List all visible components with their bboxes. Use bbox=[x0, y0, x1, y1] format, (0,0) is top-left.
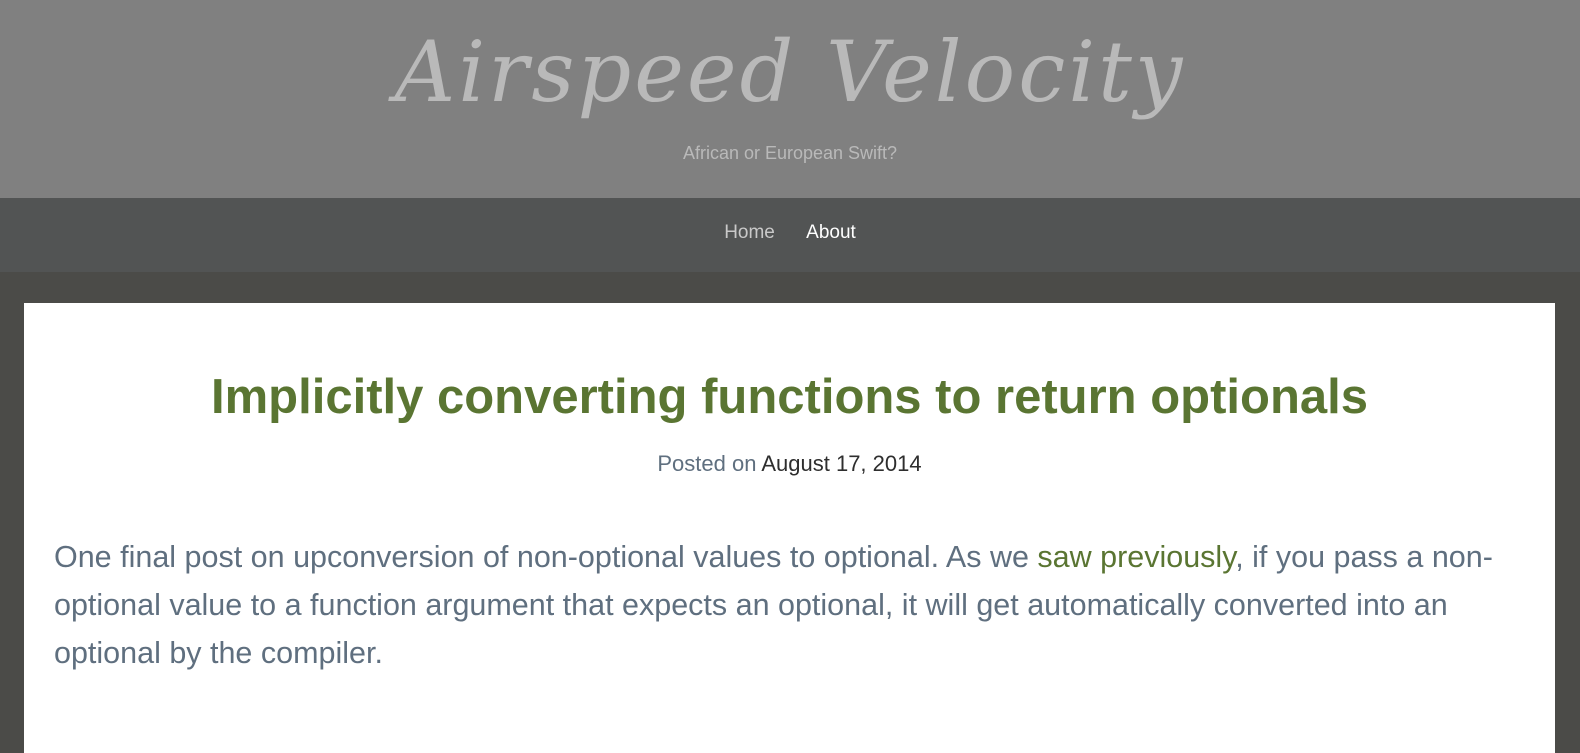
nav-item-home: Home bbox=[724, 222, 775, 244]
posted-on-label: Posted on bbox=[657, 451, 762, 476]
paragraph-text-start: One final post on upconversion of non-op… bbox=[54, 540, 1038, 574]
post-meta: Posted on August 17, 2014 bbox=[24, 451, 1555, 477]
main-navigation: Home About bbox=[0, 198, 1580, 272]
post-title: Implicitly converting functions to retur… bbox=[210, 370, 1368, 424]
saw-previously-link[interactable]: saw previously bbox=[1037, 540, 1235, 574]
site-tagline: African or European Swift? bbox=[682, 143, 898, 163]
nav-link-home[interactable]: Home bbox=[724, 222, 775, 243]
nav-item-about: About bbox=[806, 222, 856, 244]
post-container: Implicitly converting functions to retur… bbox=[24, 303, 1555, 753]
nav-menu: Home About bbox=[0, 222, 1580, 244]
post-date-link[interactable]: August 17, 2014 bbox=[761, 451, 921, 476]
nav-link-about[interactable]: About bbox=[806, 222, 856, 243]
site-title-link[interactable]: Airspeed Velocity bbox=[0, 22, 1580, 122]
post-paragraph: One final post on upconversion of non-op… bbox=[54, 533, 1525, 677]
site-header: Airspeed Velocity African or European Sw… bbox=[0, 0, 1580, 198]
